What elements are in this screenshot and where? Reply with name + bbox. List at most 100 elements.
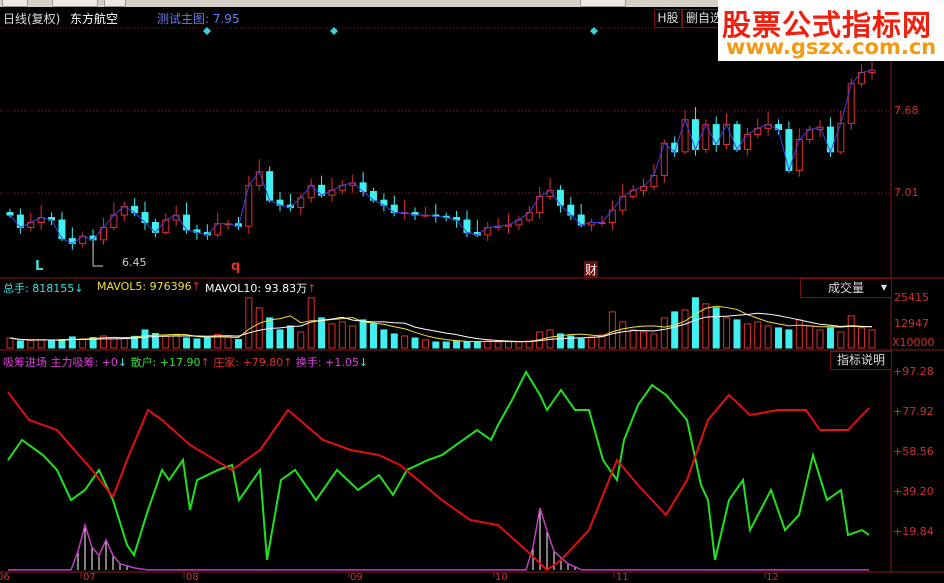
volume-bar — [816, 329, 824, 349]
volume-bar — [775, 327, 783, 349]
volume-bar — [795, 319, 803, 349]
volume-bar — [619, 321, 627, 349]
volume-bar — [515, 341, 523, 349]
signal-l: L — [35, 259, 44, 274]
volume-tick: 25415 — [894, 291, 929, 304]
indicator-help-button[interactable]: 指标说明 — [830, 351, 892, 370]
volume-bar — [349, 325, 357, 349]
volume-bar — [380, 329, 388, 349]
finance-flag[interactable]: 财 — [584, 261, 599, 278]
volume-bar — [691, 297, 699, 349]
volume-bar — [868, 329, 876, 349]
price-tick: 7.01 — [894, 186, 919, 199]
indicator-title: 吸筹进场 — [3, 356, 47, 369]
candle-down — [826, 126, 834, 153]
volume-bar — [68, 336, 76, 349]
volume-tick: 12947 — [894, 317, 929, 330]
volume-bar — [359, 319, 367, 349]
volume-bar — [37, 339, 45, 349]
indicator-tick: +77.92 — [893, 405, 934, 418]
volume-bar — [120, 337, 128, 349]
low-marker-arrow — [92, 242, 104, 267]
low-price-label: 6.45 — [122, 256, 147, 269]
candle-up — [795, 138, 803, 171]
volume-bar — [660, 317, 668, 349]
volume-bar — [58, 339, 66, 349]
volume-bar — [16, 340, 24, 349]
volume-total: 总手: 818155↓ — [3, 282, 84, 295]
volume-bar — [401, 335, 409, 349]
volume-bar — [286, 325, 294, 349]
volume-bar — [328, 323, 336, 349]
candle-up — [245, 184, 253, 227]
volume-bar — [318, 317, 326, 349]
indicator-tick: +58.56 — [893, 445, 934, 458]
indicator-legend: 吸筹进场 主力吸筹: +0↓ 散户: +17.90↑ 庄家: +79.80↑ 换… — [3, 356, 369, 369]
volume-bar — [650, 333, 658, 349]
volume-bar — [172, 335, 180, 349]
volume-bar — [442, 341, 450, 349]
volume-unit: X10000 — [892, 336, 935, 349]
volume-bar — [245, 297, 253, 349]
date-tick: 10 — [495, 572, 508, 583]
volume-bar — [588, 336, 596, 349]
volume-bar — [411, 337, 419, 349]
date-tick: 07 — [83, 572, 96, 583]
volume-bar — [671, 311, 679, 349]
volume-bar — [806, 325, 814, 349]
volume-bar — [162, 335, 170, 349]
mavol10-line — [9, 312, 873, 343]
volume-bar — [743, 323, 751, 349]
candle-up — [837, 122, 845, 153]
volume-bar — [234, 339, 242, 349]
volume-bar — [276, 329, 284, 349]
volume-bar — [494, 341, 502, 349]
volume-indicator-selector[interactable]: 成交量 ▼ — [800, 278, 892, 298]
volume-bar — [6, 337, 14, 349]
volume-bar — [390, 333, 398, 349]
volume-bar — [629, 329, 637, 349]
mavol5-line — [9, 305, 872, 343]
xichou-line — [8, 507, 869, 571]
indicator-tick: +19.84 — [893, 525, 934, 538]
volume-bar — [463, 341, 471, 349]
volume-bar — [183, 337, 191, 349]
volume-bar — [764, 325, 772, 349]
legend-zhuli: 主力吸筹: +0 — [50, 356, 118, 369]
indicator-tick: +97.28 — [893, 365, 934, 378]
date-tick: 09 — [350, 572, 363, 583]
period-label: 日线(复权) — [3, 12, 61, 26]
stock-name: 东方航空 — [70, 12, 119, 26]
candle-down — [266, 171, 274, 201]
volume-bar — [193, 338, 201, 349]
main-indicator-value: 测试主图: 7.95 — [157, 12, 240, 26]
price-tick: 7.68 — [894, 104, 919, 117]
volume-bar — [847, 315, 855, 349]
volume-bar — [733, 319, 741, 349]
volume-bar — [266, 317, 274, 349]
volume-ma10: MAVOL10: 93.83万↑ — [205, 282, 317, 295]
date-tick: 06 — [0, 572, 10, 583]
volume-bar — [48, 339, 56, 349]
date-tick: 11 — [616, 572, 629, 583]
candle-down — [6, 212, 14, 216]
h-share-button[interactable]: H股 — [654, 9, 682, 28]
volume-bar — [754, 321, 762, 349]
volume-bar — [723, 317, 731, 349]
volume-bar — [79, 338, 87, 349]
close-line — [9, 69, 873, 245]
candle-up — [660, 142, 668, 176]
volume-bar — [432, 341, 440, 349]
volume-ma5: MAVOL5: 976396↑ — [97, 280, 201, 293]
selector-label: 成交量 — [827, 281, 864, 295]
watermark-logo: 股票公式指标网 www.gszx.com.cn — [718, 0, 944, 61]
date-tick: 08 — [186, 572, 199, 583]
legend-sanhu: 散户: +17.90 — [130, 356, 201, 369]
volume-bar — [826, 327, 834, 349]
volume-bar — [681, 309, 689, 349]
volume-bar — [577, 338, 585, 349]
sanhu-line — [7, 369, 870, 561]
signal-q: q — [231, 259, 241, 274]
volume-bar — [141, 329, 149, 349]
legend-zhuangjia: 庄家: +79.80 — [213, 356, 284, 369]
